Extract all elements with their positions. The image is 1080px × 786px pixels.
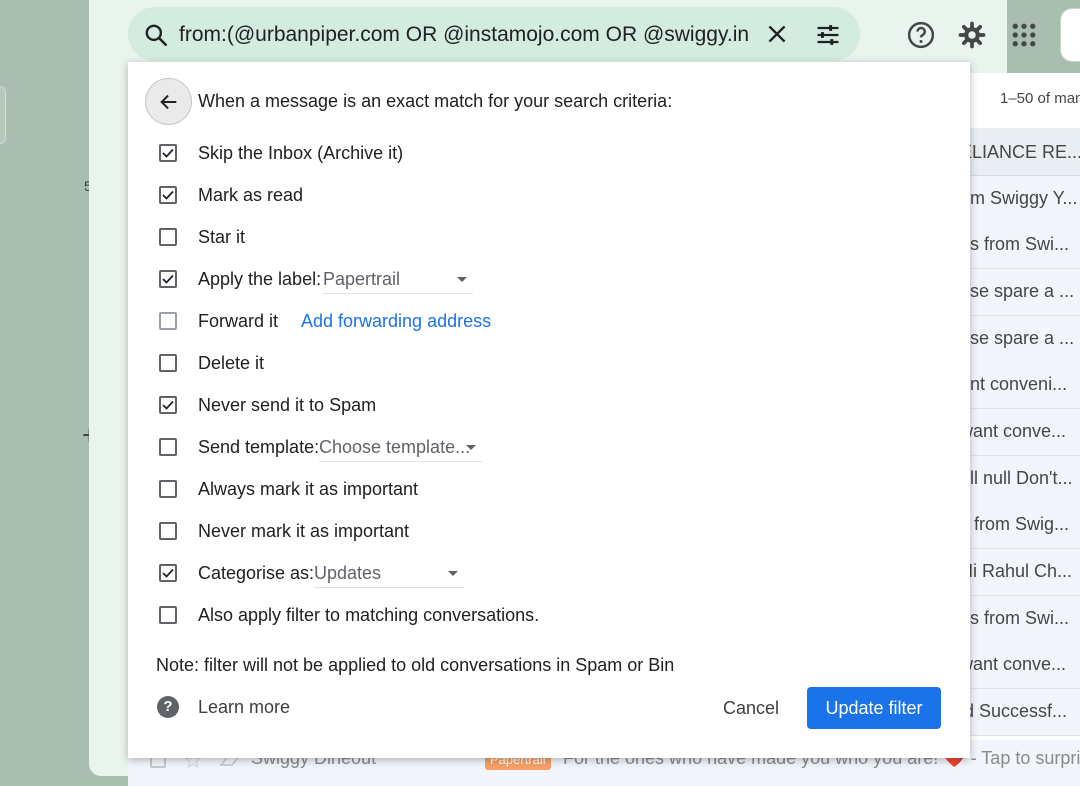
learn-more-link[interactable]: Learn more	[198, 697, 290, 718]
table-row[interactable]: gs from Swi...	[960, 222, 1080, 269]
send-template-label: Send template:	[198, 437, 320, 457]
star-it-checkbox[interactable]	[159, 228, 177, 246]
categorise-checkbox[interactable]	[159, 564, 177, 582]
apply-label-label: Apply the label:	[198, 269, 322, 289]
mark-read-checkbox[interactable]	[159, 186, 177, 204]
label-select-value: Papertrail	[323, 269, 401, 289]
chevron-down-icon	[457, 277, 467, 282]
account-avatar[interactable]	[1060, 8, 1080, 62]
side-panel-tab[interactable]	[0, 86, 6, 144]
question-icon[interactable]: ?	[157, 696, 179, 718]
skip-inbox-label: Skip the Inbox (Archive it)	[198, 143, 404, 163]
search-input[interactable]: from:(@urbanpiper.com OR @instamojo.com …	[179, 22, 749, 48]
settings-gear-icon[interactable]	[957, 20, 987, 50]
dialog-heading: When a message is an exact match for you…	[198, 91, 673, 111]
row-snippet: id Successf...	[960, 701, 1068, 721]
table-row[interactable]: ase spare a ...	[960, 269, 1080, 316]
table-row[interactable]: s from Swig...	[960, 502, 1080, 549]
table-row[interactable]: om Swiggy Y...	[960, 176, 1080, 223]
row-snippet: gs from Swi...	[960, 608, 1070, 628]
table-row[interactable]: Hi Rahul Ch...	[960, 549, 1080, 596]
back-button[interactable]	[145, 78, 192, 125]
table-row[interactable]: want conve...	[960, 642, 1080, 689]
row-snippet: want conve...	[960, 421, 1067, 441]
row-snippet: ase spare a ...	[960, 328, 1075, 348]
apps-grid-icon[interactable]	[1009, 20, 1039, 50]
never-important-label: Never mark it as important	[198, 521, 410, 541]
template-select[interactable]: Choose template...	[319, 436, 482, 462]
row-snippet: want conve...	[960, 654, 1067, 674]
mark-read-label: Mark as read	[198, 185, 304, 205]
row-snippet: ase spare a ...	[960, 281, 1075, 301]
pagination-text: 1–50 of man	[1000, 90, 1080, 107]
chevron-down-icon	[448, 571, 458, 576]
table-row[interactable]: want conve...	[960, 409, 1080, 456]
row-snippet: s from Swig...	[960, 514, 1070, 534]
filter-note: Note: filter will not be applied to old …	[156, 655, 675, 675]
delete-it-checkbox[interactable]	[159, 354, 177, 372]
table-row[interactable]: gs from Swi...	[960, 596, 1080, 643]
delete-it-label: Delete it	[198, 353, 265, 373]
chevron-down-icon	[466, 445, 476, 450]
update-filter-button[interactable]: Update filter	[807, 687, 941, 729]
header-snippet: ELIANCE RE...	[960, 142, 1080, 162]
apply-to-matching-label: Also apply filter to matching conversati…	[198, 605, 540, 625]
send-template-checkbox[interactable]	[159, 438, 177, 456]
categorise-label: Categorise as:	[198, 563, 315, 583]
skip-inbox-checkbox[interactable]	[159, 144, 177, 162]
apply-label-checkbox[interactable]	[159, 270, 177, 288]
category-select[interactable]: Updates	[314, 562, 464, 588]
row-snippet: ull null Don't...	[960, 468, 1073, 488]
template-select-value: Choose template...	[319, 437, 471, 457]
help-icon[interactable]	[906, 20, 936, 50]
never-spam-checkbox[interactable]	[159, 396, 177, 414]
arrow-back-icon	[160, 94, 177, 110]
forward-it-checkbox[interactable]	[159, 312, 177, 330]
clear-search-icon[interactable]	[764, 21, 790, 47]
table-row[interactable]: ant conveni...	[960, 362, 1080, 409]
list-header-row[interactable]: ELIANCE RE...	[960, 128, 1080, 176]
forward-it-label: Forward it	[198, 311, 279, 331]
always-important-checkbox[interactable]	[159, 480, 177, 498]
row-snippet: ant conveni...	[960, 374, 1068, 394]
category-select-value: Updates	[314, 563, 382, 583]
row-snippet: Hi Rahul Ch...	[960, 561, 1073, 581]
table-row[interactable]: id Successf...	[960, 689, 1080, 736]
search-icon[interactable]	[143, 22, 169, 48]
search-options-icon[interactable]	[814, 21, 842, 49]
always-important-label: Always mark it as important	[198, 479, 419, 499]
row-snippet: om Swiggy Y...	[960, 188, 1078, 208]
never-important-checkbox[interactable]	[159, 522, 177, 540]
never-spam-label: Never send it to Spam	[198, 395, 377, 415]
star-it-label: Star it	[198, 227, 246, 247]
label-select[interactable]: Papertrail	[323, 268, 473, 294]
apply-to-matching-checkbox[interactable]	[159, 606, 177, 624]
add-forwarding-address-link[interactable]: Add forwarding address	[301, 310, 491, 332]
row-snippet: gs from Swi...	[960, 234, 1070, 254]
cancel-button[interactable]: Cancel	[708, 687, 794, 729]
table-row[interactable]: ull null Don't...	[960, 456, 1080, 503]
table-row[interactable]: ase spare a ...	[960, 316, 1080, 363]
